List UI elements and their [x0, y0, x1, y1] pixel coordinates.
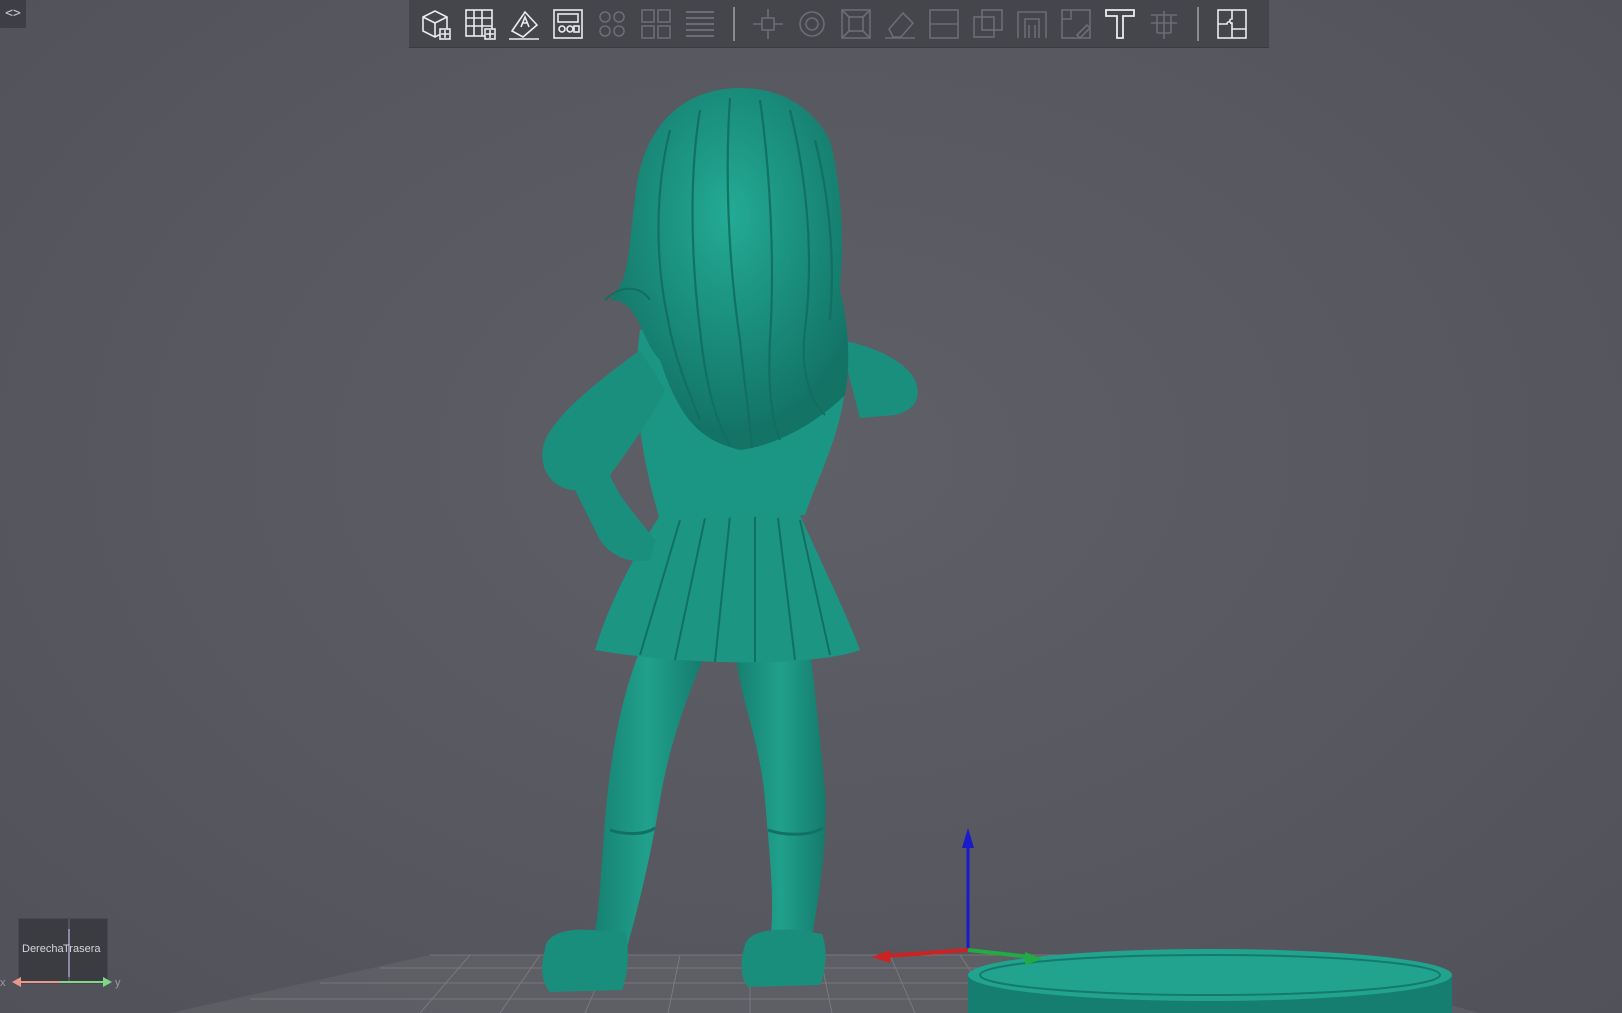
move-icon[interactable] — [749, 4, 787, 44]
origin-axes-gizmo — [872, 828, 1043, 965]
grid-layout-icon[interactable] — [461, 4, 499, 44]
view-face-back[interactable]: Trasera — [63, 943, 101, 955]
toolbar-separator — [733, 6, 735, 41]
figure-model — [542, 88, 918, 992]
boolean-icon[interactable] — [969, 4, 1007, 44]
axis-y-label: y — [115, 977, 121, 989]
support-edit-icon[interactable] — [1057, 4, 1095, 44]
sidebar-toggle-button[interactable]: <> — [0, 0, 26, 28]
add-model-icon[interactable] — [417, 4, 455, 44]
slice-stack-icon[interactable] — [681, 4, 719, 44]
support-bridge-icon[interactable] — [1013, 4, 1051, 44]
scene-canvas — [170, 88, 1480, 1013]
top-toolbar — [409, 0, 1269, 48]
arrange-icon[interactable] — [549, 4, 587, 44]
3d-viewport[interactable]: <> Derecha Trasera x y — [0, 0, 1622, 1013]
cut-icon[interactable] — [925, 4, 963, 44]
rotate-icon[interactable] — [793, 4, 831, 44]
duplicate-icon[interactable] — [637, 4, 675, 44]
hollow-icon[interactable] — [593, 4, 631, 44]
text-tool-icon[interactable] — [1101, 4, 1139, 44]
drill-icon[interactable] — [1145, 4, 1183, 44]
view-face-right[interactable]: Derecha — [22, 943, 64, 955]
toolbar-separator — [1197, 6, 1199, 41]
scale-icon[interactable] — [837, 4, 875, 44]
view-cube-axis-indicator: x y — [0, 977, 121, 989]
erase-icon[interactable] — [881, 4, 919, 44]
axis-x-label: x — [0, 977, 6, 989]
split-puzzle-icon[interactable] — [1213, 4, 1251, 44]
auto-orient-icon[interactable] — [505, 4, 543, 44]
